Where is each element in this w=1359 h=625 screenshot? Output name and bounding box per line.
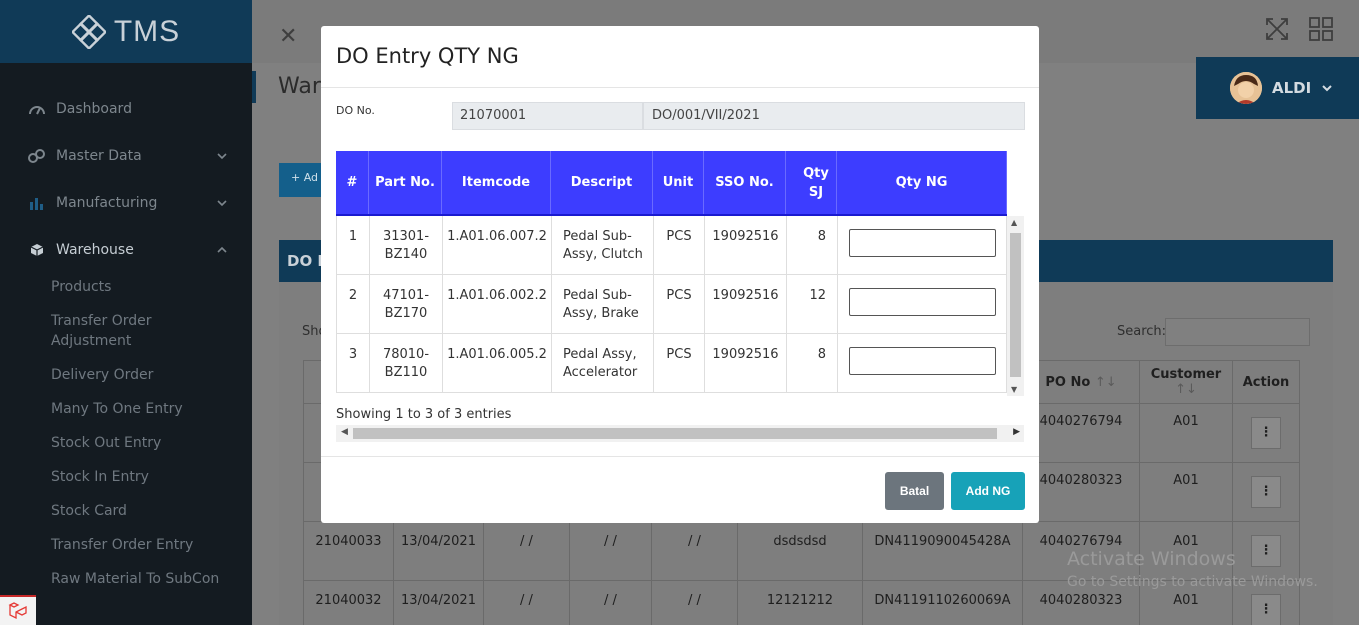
qty-ng-input[interactable] [849, 347, 996, 375]
sidebar-item-master-data[interactable]: Master Data [0, 132, 252, 179]
submenu-item-delivery-order[interactable]: Delivery Order [0, 365, 252, 385]
col-header-po-no[interactable]: PO No ↑↓ [1022, 360, 1140, 404]
fullscreen-icon[interactable] [1266, 18, 1288, 40]
sidebar-item-label: Manufacturing [56, 194, 158, 211]
add-ng-button[interactable]: Add NG [951, 472, 1025, 510]
database-icon [28, 147, 46, 165]
modal-title: DO Entry QTY NG [336, 44, 519, 68]
col-header-descript: Descript [551, 151, 653, 214]
modal-header: DO Entry QTY NG [321, 26, 1039, 88]
add-button[interactable]: + Ad [279, 163, 325, 197]
qty-ng-table: # Part No. Itemcode Descript Unit SSO No… [336, 151, 1024, 396]
scroll-down-icon[interactable]: ▼ [1011, 385, 1017, 394]
submenu-item-transfer-order-entry[interactable]: Transfer Order Entry [0, 535, 252, 555]
title-accent [252, 71, 256, 103]
col-header-qty-sj: Qty SJ [786, 151, 837, 214]
search-label: Search: [1117, 324, 1167, 339]
action-menu-button[interactable]: ⋮ [1251, 476, 1281, 508]
vertical-scrollbar[interactable]: ▲ ▼ [1007, 216, 1024, 396]
table-body-scroll[interactable]: 1 31301-BZ140 1.A01.06.007.2 Pedal Sub-A… [336, 216, 1024, 396]
sidebar: TMS Dashboard Master Data Manufacturing [0, 0, 252, 625]
table-row: 1 31301-BZ140 1.A01.06.007.2 Pedal Sub-A… [336, 216, 1007, 275]
table-row: 2 47101-BZ170 1.A01.06.002.2 Pedal Sub-A… [336, 275, 1007, 334]
do-no-field: 21070001 [452, 102, 643, 130]
avatar [1230, 72, 1262, 104]
submenu-item-many-to-one-entry[interactable]: Many To One Entry [0, 399, 252, 419]
box-icon [28, 241, 46, 259]
user-name: ALDI [1272, 79, 1312, 97]
brand[interactable]: TMS [0, 0, 252, 63]
col-header-customer[interactable]: Customer ↑↓ [1139, 360, 1233, 404]
cancel-button[interactable]: Batal [885, 472, 944, 510]
submenu-item-stock-in-entry[interactable]: Stock In Entry [0, 467, 252, 487]
scroll-up-icon[interactable]: ▲ [1011, 218, 1017, 227]
col-header-itemcode: Itemcode [442, 151, 551, 214]
table-header-row: # Part No. Itemcode Descript Unit SSO No… [336, 151, 1007, 216]
scroll-left-icon[interactable]: ◀ [341, 427, 348, 437]
close-icon[interactable]: ✕ [279, 24, 297, 49]
qty-ng-input[interactable] [849, 229, 996, 257]
scrollbar-thumb[interactable] [1010, 233, 1021, 377]
sidebar-nav: Dashboard Master Data Manufacturing Ware… [0, 63, 252, 589]
action-menu-button[interactable]: ⋮ [1251, 417, 1281, 449]
modal-footer: Batal Add NG [321, 456, 1039, 523]
scrollbar-thumb[interactable] [353, 428, 997, 439]
col-header-part-no: Part No. [369, 151, 442, 214]
col-header-qty-ng: Qty NG [837, 151, 1007, 214]
sidebar-item-warehouse[interactable]: Warehouse [0, 226, 252, 273]
sidebar-item-dashboard[interactable]: Dashboard [0, 85, 252, 132]
sidebar-item-manufacturing[interactable]: Manufacturing [0, 179, 252, 226]
warehouse-submenu: Products Transfer Order Adjustment Deliv… [0, 273, 252, 589]
horizontal-scrollbar[interactable]: ◀ ▶ [336, 425, 1024, 442]
dashboard-icon [28, 100, 46, 118]
sidebar-item-label: Warehouse [56, 241, 134, 258]
qty-ng-input[interactable] [849, 288, 996, 316]
do-code-field: DO/001/VII/2021 [643, 102, 1025, 130]
chevron-up-icon [217, 246, 227, 253]
submenu-item-raw-material-to-subcon[interactable]: Raw Material To SubCon [0, 569, 252, 589]
user-menu[interactable]: ALDI [1196, 57, 1359, 119]
col-header-number: # [336, 151, 369, 214]
page-title: War [278, 74, 321, 99]
submenu-item-products[interactable]: Products [0, 277, 252, 297]
submenu-item-stock-card[interactable]: Stock Card [0, 501, 252, 521]
grid-icon[interactable] [1309, 17, 1333, 41]
sidebar-item-label: Master Data [56, 147, 142, 164]
tms-logo-icon [71, 14, 106, 49]
scroll-right-icon[interactable]: ▶ [1013, 427, 1020, 437]
chevron-down-icon [217, 199, 227, 206]
col-header-unit: Unit [653, 151, 704, 214]
chevron-down-icon [217, 152, 227, 159]
entries-info: Showing 1 to 3 of 3 entries [336, 407, 512, 422]
table-row: 3 78010-BZ110 1.A01.06.005.2 Pedal Assy,… [336, 334, 1007, 393]
action-menu-button[interactable]: ⋮ [1251, 594, 1281, 625]
laravel-icon[interactable] [0, 595, 36, 625]
col-header-action: Action [1232, 360, 1300, 404]
submenu-item-transfer-order-adjustment[interactable]: Transfer Order Adjustment [0, 311, 252, 351]
col-header-sso-no: SSO No. [704, 151, 786, 214]
action-menu-button[interactable]: ⋮ [1251, 535, 1281, 567]
sidebar-item-label: Dashboard [56, 100, 132, 117]
submenu-item-stock-out-entry[interactable]: Stock Out Entry [0, 433, 252, 453]
do-no-label: DO No. [336, 104, 375, 117]
bar-chart-icon [28, 194, 46, 212]
activation-watermark-text: Go to Settings to activate Windows. [1067, 574, 1318, 590]
chevron-down-icon [1322, 85, 1332, 92]
search-input[interactable] [1165, 318, 1310, 346]
do-entry-qty-ng-modal: DO Entry QTY NG DO No. 21070001 DO/001/V… [321, 26, 1039, 523]
activation-watermark-title: Activate Windows [1067, 548, 1236, 570]
brand-name: TMS [113, 14, 181, 48]
